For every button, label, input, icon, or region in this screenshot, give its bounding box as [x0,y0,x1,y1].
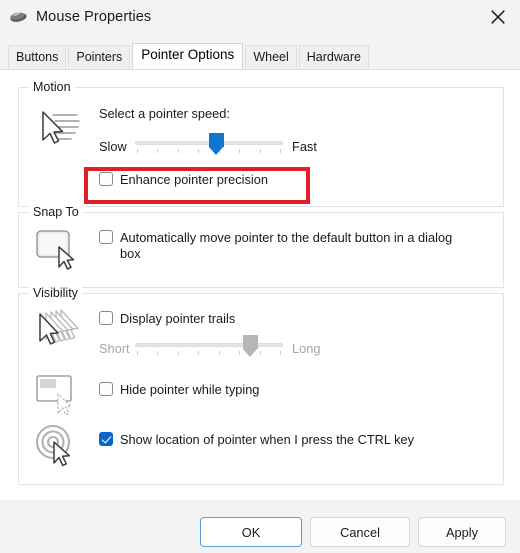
group-visibility: Visibility Display pointer trails Short [18,286,504,485]
pointer-speed-max-label: Fast [292,138,317,154]
enhance-pointer-precision-checkbox[interactable] [99,172,113,186]
cancel-button[interactable]: Cancel [310,517,410,547]
pointer-speed-slider-thumb[interactable] [209,133,225,155]
show-location-ctrl-checkbox[interactable] [99,432,113,446]
apply-button[interactable]: Apply [418,517,506,547]
window-title: Mouse Properties [36,9,152,25]
ctrl-locate-pointer-icon [31,422,85,470]
auto-move-pointer-checkbox[interactable] [99,230,113,244]
pointer-speed-slider[interactable] [135,133,283,159]
close-icon[interactable] [476,0,520,34]
pointer-speed-prompt: Select a pointer speed: [99,106,230,121]
hide-pointer-typing-icon [31,372,85,420]
pointer-speed-slider-row: Slow Fast [99,133,317,159]
default-button-cursor-icon [31,225,85,273]
title-bar: Mouse Properties [0,0,520,34]
enhance-pointer-precision-label: Enhance pointer precision [120,172,268,187]
display-pointer-trails-checkbox[interactable] [99,311,113,325]
pointer-speed-icon [31,106,85,154]
hide-pointer-typing-label: Hide pointer while typing [120,382,260,397]
group-motion-label: Motion [29,80,75,94]
pointer-speed-min-label: Slow [99,138,127,154]
hide-pointer-typing-checkbox[interactable] [99,382,113,396]
show-location-ctrl-row: Show location of pointer when I press th… [99,432,414,448]
tab-pointers[interactable]: Pointers [68,45,131,69]
tab-buttons[interactable]: Buttons [8,45,67,69]
group-motion: Motion Select a pointer speed: Slow Fast… [18,80,504,207]
enhance-pointer-precision-row: Enhance pointer precision [99,172,268,188]
pointer-trails-icon [31,306,85,354]
auto-move-pointer-label: Automatically move pointer to the defaul… [120,230,453,261]
group-snap-to-label: Snap To [29,205,83,219]
show-location-ctrl-label: Show location of pointer when I press th… [120,432,415,447]
display-pointer-trails-row: Display pointer trails [99,311,235,327]
dialog-footer: OK Cancel Apply [0,500,520,553]
group-snap-to: Snap To Automatically move pointer to th… [18,205,504,288]
pointer-trails-slider-thumb[interactable] [243,335,259,357]
display-pointer-trails-label: Display pointer trails [120,311,236,326]
pointer-trails-min-label: Short [99,340,130,356]
tab-wheel[interactable]: Wheel [245,45,297,69]
mouse-icon [9,9,29,25]
tab-pointer-options[interactable]: Pointer Options [132,43,244,69]
slider-track [135,343,283,347]
tab-hardware[interactable]: Hardware [298,45,369,69]
ok-button[interactable]: OK [200,517,302,547]
group-visibility-label: Visibility [29,286,82,300]
pointer-trails-slider-row: Short Long [99,335,320,361]
pointer-trails-slider[interactable] [135,335,283,361]
tab-page-pointer-options: Motion Select a pointer speed: Slow Fast… [0,69,520,500]
pointer-trails-max-label: Long [292,340,321,356]
auto-move-pointer-row: Automatically move pointer to the defaul… [99,230,469,262]
tab-strip: Buttons Pointers Pointer Options Wheel H… [0,43,520,69]
hide-pointer-typing-row: Hide pointer while typing [99,382,259,398]
slider-ticks [135,351,283,357]
